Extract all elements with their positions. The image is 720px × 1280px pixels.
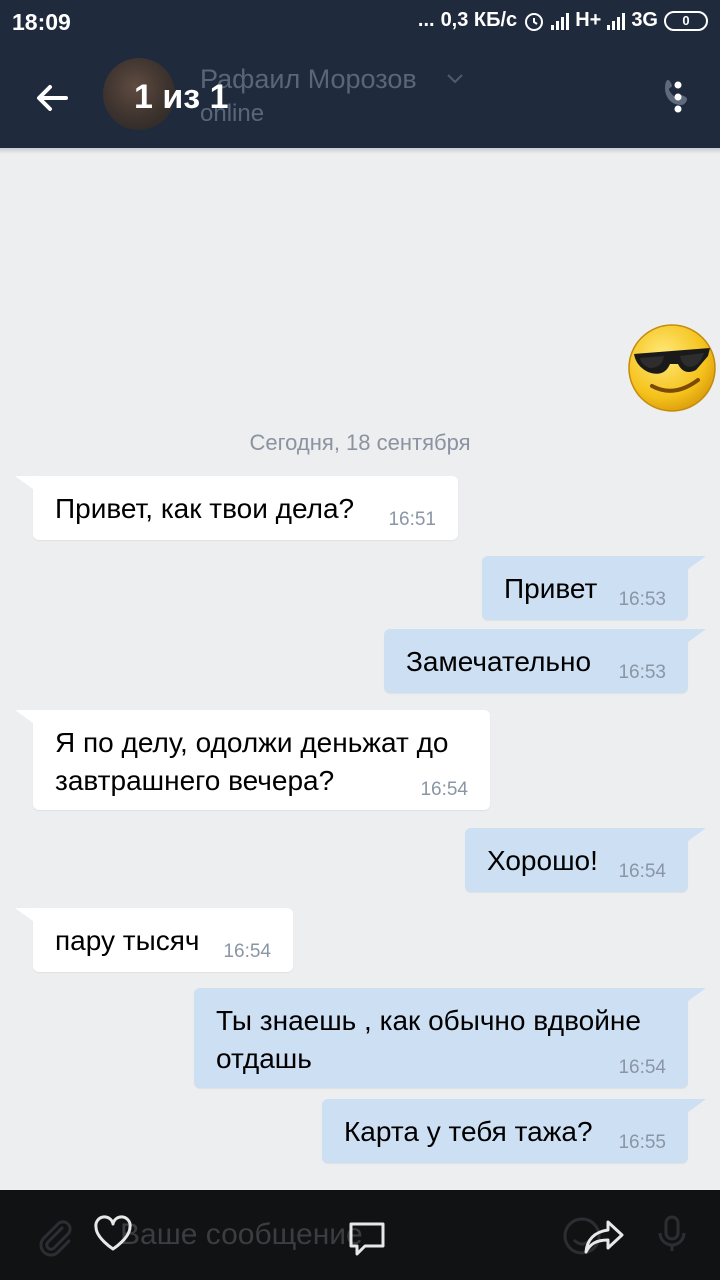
message-outgoing[interactable]: Хорошо! 16:54 bbox=[465, 828, 706, 892]
message-time: 16:53 bbox=[618, 662, 666, 683]
alarm-icon bbox=[525, 12, 544, 31]
message-line: Ты знаешь , как обычно вдвойне bbox=[216, 1005, 641, 1036]
message-text: Карта у тебя тажа? bbox=[344, 1116, 593, 1147]
message-text: пару тысяч bbox=[55, 925, 200, 956]
date-separator: Сегодня, 18 сентября bbox=[249, 430, 471, 455]
search-counter: 1 из 1 bbox=[134, 78, 229, 116]
battery-icon: 0 bbox=[664, 10, 708, 31]
status-bar: 18:09 ... 0,3 КБ/с H+ 3G 0 bbox=[0, 0, 720, 46]
network-type-2: 3G bbox=[631, 9, 658, 31]
signal-icon bbox=[551, 12, 570, 30]
contact-name[interactable]: Рафаил Морозов bbox=[200, 64, 417, 95]
heart-icon[interactable] bbox=[91, 1212, 135, 1256]
message-outgoing[interactable]: Карта у тебя тажа? 16:55 bbox=[322, 1099, 706, 1163]
back-arrow-icon[interactable] bbox=[30, 76, 74, 120]
network-speed: 0,3 КБ/с bbox=[440, 9, 518, 31]
cool-emoji-sticker bbox=[628, 324, 716, 412]
message-text: Привет bbox=[504, 573, 598, 604]
message-time: 16:51 bbox=[388, 509, 436, 530]
chevron-down-icon bbox=[447, 74, 463, 84]
network-type-1: H+ bbox=[575, 9, 602, 31]
more-vert-icon[interactable] bbox=[672, 80, 684, 114]
message-incoming[interactable]: Привет, как твои дела? 16:51 bbox=[15, 476, 458, 540]
attach-icon[interactable] bbox=[32, 1214, 76, 1258]
message-line: Я по делу, одолжи деньжат до bbox=[55, 727, 449, 758]
comment-icon[interactable] bbox=[345, 1216, 389, 1260]
status-dots: ... bbox=[417, 9, 435, 31]
message-line: завтрашнего вечера? bbox=[55, 765, 335, 796]
signal-icon-2 bbox=[607, 12, 626, 30]
message-outgoing[interactable]: Ты знаешь , как обычно вдвойне отдашь 16… bbox=[194, 988, 706, 1088]
message-time: 16:53 bbox=[618, 589, 666, 610]
message-text: Замечательно bbox=[406, 646, 592, 677]
message-time: 16:54 bbox=[420, 779, 468, 800]
message-text: Хорошо! bbox=[487, 845, 598, 876]
message-outgoing[interactable]: Привет 16:53 bbox=[482, 556, 706, 620]
message-time: 16:54 bbox=[618, 1057, 666, 1078]
message-incoming[interactable]: пару тысяч 16:54 bbox=[15, 908, 293, 972]
message-time: 16:55 bbox=[618, 1132, 666, 1153]
message-text: Привет, как твои дела? bbox=[55, 493, 355, 524]
chat-header: Рафаил Морозов online 1 из 1 bbox=[0, 46, 720, 148]
header-shadow bbox=[0, 148, 720, 154]
message-incoming[interactable]: Я по делу, одолжи деньжат до завтрашнего… bbox=[15, 710, 490, 810]
message-input[interactable]: Ваше сообщение bbox=[120, 1218, 363, 1252]
mic-icon[interactable] bbox=[650, 1212, 694, 1256]
message-text: Ты знаешь , как обычно вдвойне отдашь bbox=[216, 1002, 641, 1078]
message-line: отдашь bbox=[216, 1043, 312, 1074]
message-outgoing[interactable]: Замечательно 16:53 bbox=[384, 629, 706, 693]
status-indicators: ... 0,3 КБ/с H+ 3G 0 bbox=[418, 9, 708, 32]
battery-level: 0 bbox=[682, 13, 690, 28]
share-icon[interactable] bbox=[582, 1214, 626, 1258]
bottom-bar: Ваше сообщение bbox=[0, 1190, 720, 1280]
status-time: 18:09 bbox=[12, 9, 71, 35]
message-time: 16:54 bbox=[223, 941, 271, 962]
message-text: Я по делу, одолжи деньжат до завтрашнего… bbox=[55, 724, 449, 800]
message-time: 16:54 bbox=[618, 861, 666, 882]
